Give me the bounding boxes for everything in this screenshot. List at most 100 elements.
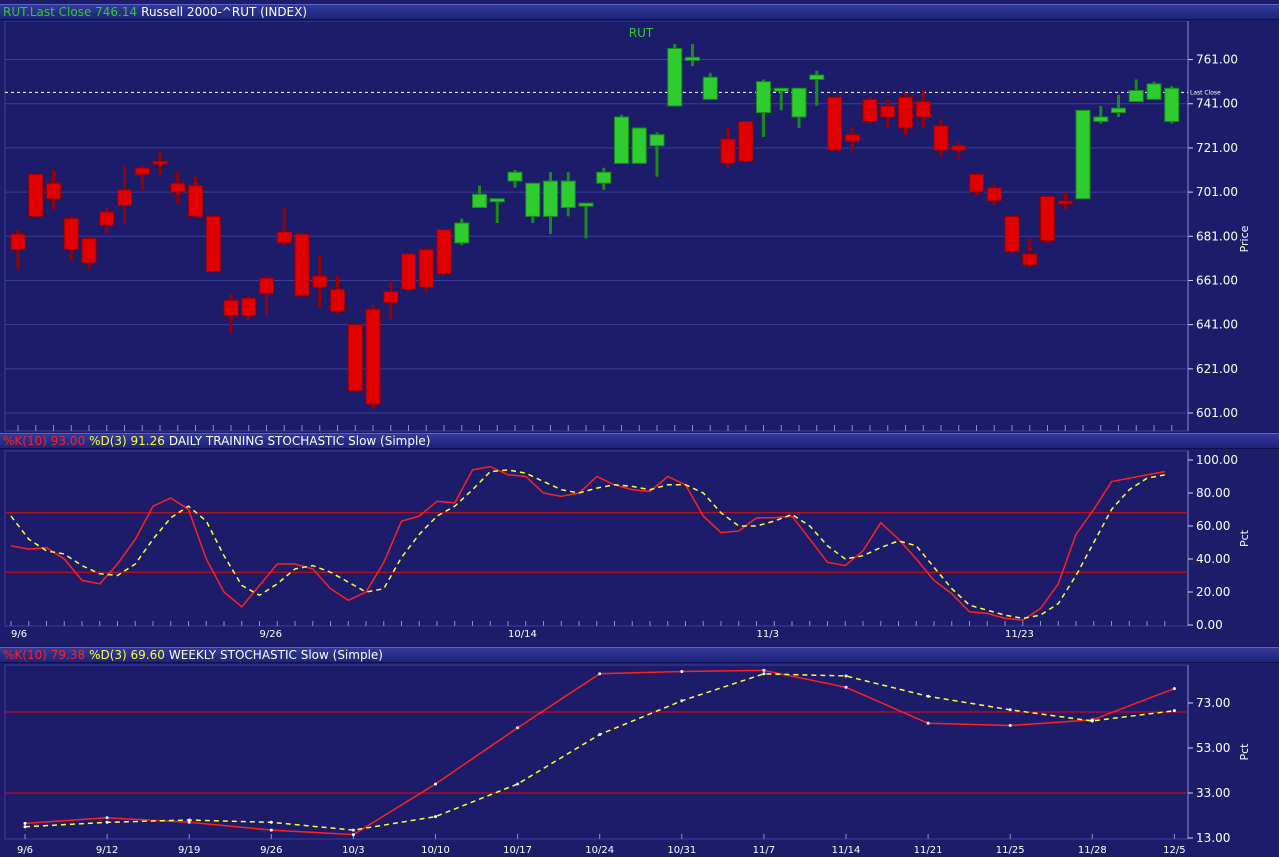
data-point: [516, 782, 520, 786]
candle-body: [10, 233, 26, 251]
daily-d-value: %D(3) 91.26: [89, 434, 165, 448]
data-point: [434, 782, 437, 786]
data-point: [269, 828, 273, 832]
candle-body: [330, 288, 345, 312]
candle-body: [844, 134, 860, 142]
data-point: [23, 825, 27, 829]
data-point: [598, 672, 602, 676]
data-point: [1172, 687, 1176, 691]
y-tick-label: 53.00: [1196, 741, 1230, 755]
daily-stochastic-chart[interactable]: 100.00 80.00 60.00 40.00 20.00 0.00 9/6 9/26 10/…: [0, 449, 1279, 646]
candle-body: [347, 324, 363, 392]
data-point: [187, 818, 191, 822]
candle-body: [1093, 116, 1109, 122]
weekly-stochastic-chart[interactable]: 73.0053.0033.0013.009/6 9/12 9/19 9/26 10/3 1…: [0, 663, 1279, 857]
x-tick-label: 11/14: [832, 845, 861, 856]
x-tick-label: 11/23: [1005, 629, 1034, 640]
candle-body: [667, 48, 683, 107]
candle-body: [205, 215, 221, 273]
candle-body: [401, 253, 416, 290]
candle-body: [1022, 253, 1038, 266]
candle-body: [365, 308, 381, 405]
candle-body: [1128, 89, 1144, 103]
candle-body: [809, 74, 825, 80]
price-chart[interactable]: 761.00 741.00 721.00 701.00 681.00 661.00 641.…: [0, 21, 1279, 432]
candle-body: [472, 193, 487, 209]
candle-body: [862, 98, 878, 122]
data-point: [105, 816, 109, 820]
data-point: [844, 674, 848, 678]
candle-body: [436, 229, 452, 275]
candle-wick: [495, 198, 499, 224]
y-tick-label: 40.00: [1196, 552, 1230, 566]
data-point: [680, 699, 684, 703]
data-point: [1172, 709, 1176, 713]
candle-body: [915, 101, 931, 118]
y-tick-label: 73.00: [1196, 696, 1230, 710]
price-panel-title: Russell 2000-^RUT (INDEX): [141, 5, 308, 19]
weekly-d-value: %D(3) 69.60: [89, 648, 165, 662]
y-tick-label: 661.00: [1196, 273, 1238, 287]
data-point: [1008, 724, 1012, 727]
candle-body: [791, 87, 807, 118]
x-tick-label: 9/26: [260, 845, 282, 856]
chart-title: RUT: [629, 26, 654, 40]
candle-body: [631, 127, 647, 164]
y-axis-label: Pct: [1238, 743, 1251, 761]
data-point: [762, 672, 766, 676]
candle-body: [294, 233, 310, 297]
weekly-stochastic-title: WEEKLY STOCHASTIC Slow (Simple): [168, 648, 383, 662]
candle-body: [223, 299, 239, 317]
candle-body: [152, 160, 168, 165]
candle-body: [454, 222, 470, 244]
candle-body: [117, 189, 132, 206]
x-tick-label: 9/6: [11, 629, 27, 640]
candle-body: [489, 198, 505, 203]
candle-body: [933, 125, 949, 151]
candle-body: [1040, 196, 1055, 242]
weekly-k-value: %K(10) 79.38: [3, 648, 86, 662]
data-point: [105, 820, 109, 824]
data-point: [1090, 719, 1094, 723]
data-point: [23, 821, 27, 825]
x-tick-label: 10/14: [508, 629, 537, 640]
candle-body: [418, 249, 434, 288]
candle-body: [880, 105, 896, 118]
daily-stochastic-header: %K(10) 93.00 %D(3) 91.26 DAILY TRAINING ST…: [0, 433, 1279, 449]
candle-body: [986, 187, 1002, 202]
y-tick-label: 20.00: [1196, 585, 1230, 599]
last-close-label: Last Close: [1190, 89, 1221, 96]
candle-body: [383, 291, 399, 304]
candle-body: [543, 180, 558, 217]
candle-body: [46, 182, 61, 200]
candle-body: [525, 182, 541, 217]
candle-body: [99, 211, 115, 226]
candle-body: [649, 134, 665, 147]
candle-body: [614, 116, 629, 164]
y-tick-label: 601.00: [1196, 406, 1238, 420]
candle-body: [1111, 107, 1126, 114]
symbol-last-close: RUT.Last Close 746.14: [3, 5, 138, 19]
data-point: [926, 721, 930, 725]
y-axis-label: Pct: [1238, 529, 1251, 547]
candle-body: [560, 180, 576, 209]
candle-body: [63, 218, 79, 251]
data-point: [844, 685, 848, 689]
y-tick-label: 681.00: [1196, 229, 1238, 243]
x-tick-label: 12/5: [1163, 845, 1185, 856]
daily-stochastic-title: DAILY TRAINING STOCHASTIC Slow (Simple): [168, 434, 431, 448]
candle-body: [1146, 83, 1162, 100]
x-tick-label: 9/6: [17, 845, 33, 856]
data-point: [434, 815, 437, 819]
candle-wick: [584, 203, 588, 239]
candle-body: [685, 56, 700, 61]
candle-body: [951, 145, 967, 151]
candle-body: [81, 237, 97, 264]
x-tick-label: 10/17: [503, 845, 532, 856]
x-tick-label: 11/7: [753, 845, 775, 856]
candle-body: [773, 87, 789, 92]
x-tick-label: 10/24: [585, 845, 614, 856]
x-tick-label: 11/25: [996, 845, 1025, 856]
candle-body: [702, 76, 718, 100]
y-tick-label: 33.00: [1196, 786, 1230, 800]
